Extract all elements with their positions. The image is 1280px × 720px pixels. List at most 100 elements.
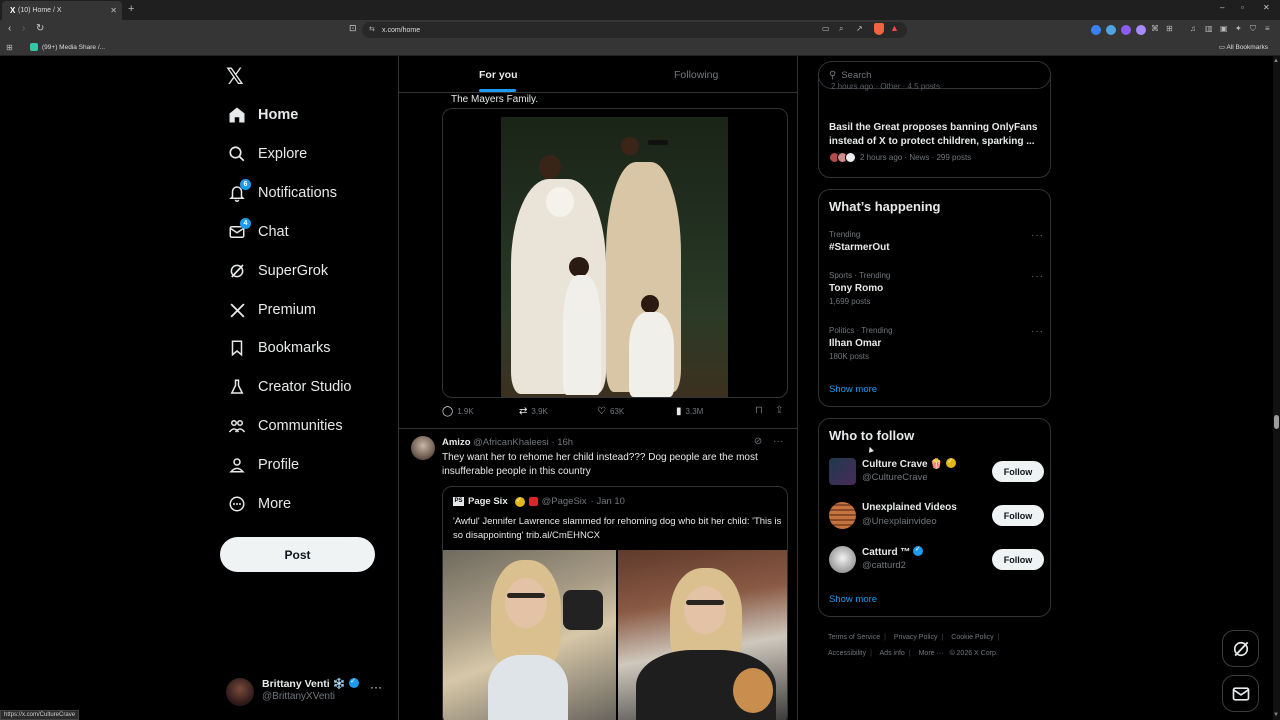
footer-link[interactable]: Privacy Policy: [894, 634, 938, 641]
extension-icon[interactable]: [1106, 25, 1116, 35]
more-icon[interactable]: ···: [1031, 230, 1044, 241]
quote-author-handle: @PageSix: [541, 496, 587, 507]
page-scrollbar[interactable]: [1273, 56, 1280, 720]
views-button[interactable]: ▮ 3.3M: [676, 406, 703, 417]
extension-icon[interactable]: ⊞: [1166, 24, 1173, 33]
tab-following[interactable]: Following: [674, 69, 718, 81]
quote-photo-right[interactable]: [618, 550, 787, 720]
sidebar-item-profile[interactable]: Profile: [226, 452, 299, 478]
account-switcher[interactable]: Brittany Venti ❄️ @BrittanyXVenti ···: [226, 674, 396, 708]
bookmark-page-icon[interactable]: ⊡: [349, 23, 357, 34]
footer-link[interactable]: Terms of Service: [828, 634, 880, 641]
trend-item[interactable]: Politics · Trending Ilhan Omar 180K post…: [829, 326, 1044, 361]
follow-suggestion[interactable]: Culture Crave 🍿 @CultureCrave Follow: [829, 456, 1044, 488]
quote-tweet[interactable]: PS Page Six @PageSix · Jan 10 'Awful' Je…: [442, 486, 788, 720]
all-bookmarks-button[interactable]: ▭ All Bookmarks: [1219, 43, 1268, 51]
share-icon[interactable]: ⇪: [775, 405, 783, 416]
sidebar-item-bookmarks[interactable]: Bookmarks: [226, 335, 331, 361]
brave-rewards-icon[interactable]: ▲: [890, 23, 902, 35]
more-icon[interactable]: ···: [773, 436, 783, 447]
footer-link[interactable]: More ···: [919, 650, 944, 657]
show-more-link[interactable]: Show more: [829, 594, 877, 605]
grok-icon[interactable]: ⊘: [754, 436, 762, 447]
minimize-icon[interactable]: –: [1220, 3, 1224, 12]
media-icon[interactable]: ♫: [1190, 24, 1196, 33]
screen-icon[interactable]: ▭: [822, 24, 830, 33]
follow-suggestion[interactable]: Unexplained Videos @Unexplainvideo Follo…: [829, 500, 1044, 532]
sidebar-item-chat[interactable]: 4 Chat: [226, 218, 289, 245]
share-icon[interactable]: ↗: [856, 24, 863, 33]
sidebar-item-communities[interactable]: Communities: [226, 413, 343, 439]
leo-icon[interactable]: ✦: [1235, 24, 1242, 33]
sidebar-item-creator-studio[interactable]: Creator Studio: [226, 374, 352, 400]
brave-shields-icon[interactable]: [874, 23, 884, 35]
scrollbar-thumb[interactable]: [1274, 415, 1279, 429]
reload-icon[interactable]: ↻: [36, 23, 44, 34]
like-button[interactable]: ♡ 63K: [597, 406, 624, 417]
scroll-down-icon[interactable]: ▼: [1273, 712, 1279, 718]
news-card[interactable]: 2 hours ago · Other · 4.5 posts Basil th…: [818, 72, 1051, 178]
timeline[interactable]: For you Following The Mayers Family. ◯ 1…: [398, 56, 798, 720]
browser-nav-bar: ‹ › ↻ ⊡ ⇆ x.com/home ▭ ⌕ ↗ ▲ ⌘ ⊞ ♫ ▥ ▣ ✦…: [0, 20, 1280, 40]
trend-item[interactable]: Sports · Trending Tony Romo 1,699 posts …: [829, 271, 1044, 306]
sidebar-toggle-icon[interactable]: ▥: [1205, 24, 1213, 33]
sidebar-item-label: Chat: [258, 224, 289, 240]
sidebar-item-home[interactable]: Home: [226, 102, 298, 128]
quote-photo-left[interactable]: [443, 550, 616, 720]
more-icon[interactable]: ···: [370, 680, 382, 694]
follow-handle: @CultureCrave: [862, 472, 928, 483]
close-window-icon[interactable]: ✕: [1263, 3, 1270, 12]
grok-float-button[interactable]: [1222, 630, 1259, 667]
menu-icon[interactable]: ≡: [1265, 24, 1270, 33]
follow-button[interactable]: Follow: [992, 461, 1044, 482]
author-handle[interactable]: @AfricanKhaleesi: [473, 437, 549, 448]
follow-button[interactable]: Follow: [992, 505, 1044, 526]
vpn-icon[interactable]: ⛉: [1250, 24, 1256, 34]
follow-handle: @Unexplainvideo: [862, 516, 937, 527]
footer-link[interactable]: Cookie Policy: [951, 634, 993, 641]
trend-item[interactable]: Trending #StarmerOut ···: [829, 230, 1044, 253]
x-logo[interactable]: 𝕏: [226, 64, 244, 90]
sidebar-item-explore[interactable]: Explore: [226, 141, 307, 167]
footer-link[interactable]: Accessibility: [828, 650, 866, 657]
bookmark-icon: [226, 337, 248, 359]
repost-button[interactable]: ⇄ 3.9K: [519, 406, 548, 417]
wallet-icon[interactable]: ▣: [1220, 24, 1228, 33]
extension-icon[interactable]: ⌘: [1151, 24, 1159, 33]
author-name[interactable]: Amizo: [442, 437, 471, 448]
card-title: Who to follow: [829, 428, 915, 443]
sidebar-item-supergrok[interactable]: SuperGrok: [226, 258, 328, 284]
extension-icon[interactable]: [1091, 25, 1101, 35]
sidebar-item-notifications[interactable]: 6 Notifications: [226, 179, 337, 206]
bookmark-item[interactable]: (99+) Media Share /...: [30, 43, 105, 51]
sidebar-item-more[interactable]: More: [226, 491, 291, 517]
maximize-icon[interactable]: ▫: [1241, 3, 1244, 12]
more-icon[interactable]: ···: [1031, 271, 1044, 282]
footer-link[interactable]: Ads info: [880, 650, 905, 657]
follow-button[interactable]: Follow: [992, 549, 1044, 570]
avatar[interactable]: [411, 436, 435, 460]
scroll-up-icon[interactable]: ▲: [1273, 58, 1279, 64]
url-text: x.com/home: [382, 26, 421, 34]
close-tab-icon[interactable]: ✕: [110, 6, 117, 15]
post-button[interactable]: Post: [220, 537, 375, 572]
follow-suggestion[interactable]: Catturd ™ @catturd2 Follow: [829, 544, 1044, 576]
news-title[interactable]: Basil the Great proposes banning OnlyFan…: [829, 121, 1044, 148]
back-icon[interactable]: ‹: [8, 23, 11, 34]
site-info-icon[interactable]: ⇆: [369, 25, 375, 33]
sidebar-item-premium[interactable]: Premium: [226, 297, 316, 323]
show-more-link[interactable]: Show more: [829, 384, 877, 395]
apps-grid-icon[interactable]: ⊞: [6, 43, 13, 52]
browser-tab[interactable]: X (10) Home / X ✕: [2, 1, 122, 20]
more-icon[interactable]: ···: [1031, 326, 1044, 337]
extension-icon[interactable]: [1121, 25, 1131, 35]
forward-icon[interactable]: ›: [22, 23, 25, 34]
zoom-icon[interactable]: ⌕: [839, 24, 843, 34]
tweet-photo[interactable]: [442, 108, 788, 398]
new-tab-button[interactable]: +: [128, 3, 134, 15]
reply-button[interactable]: ◯ 1.9K: [442, 406, 474, 417]
bookmark-icon[interactable]: ⊓: [755, 405, 763, 416]
tab-for-you[interactable]: For you: [479, 69, 518, 81]
messages-float-button[interactable]: [1222, 675, 1259, 712]
extension-icon[interactable]: [1136, 25, 1146, 35]
